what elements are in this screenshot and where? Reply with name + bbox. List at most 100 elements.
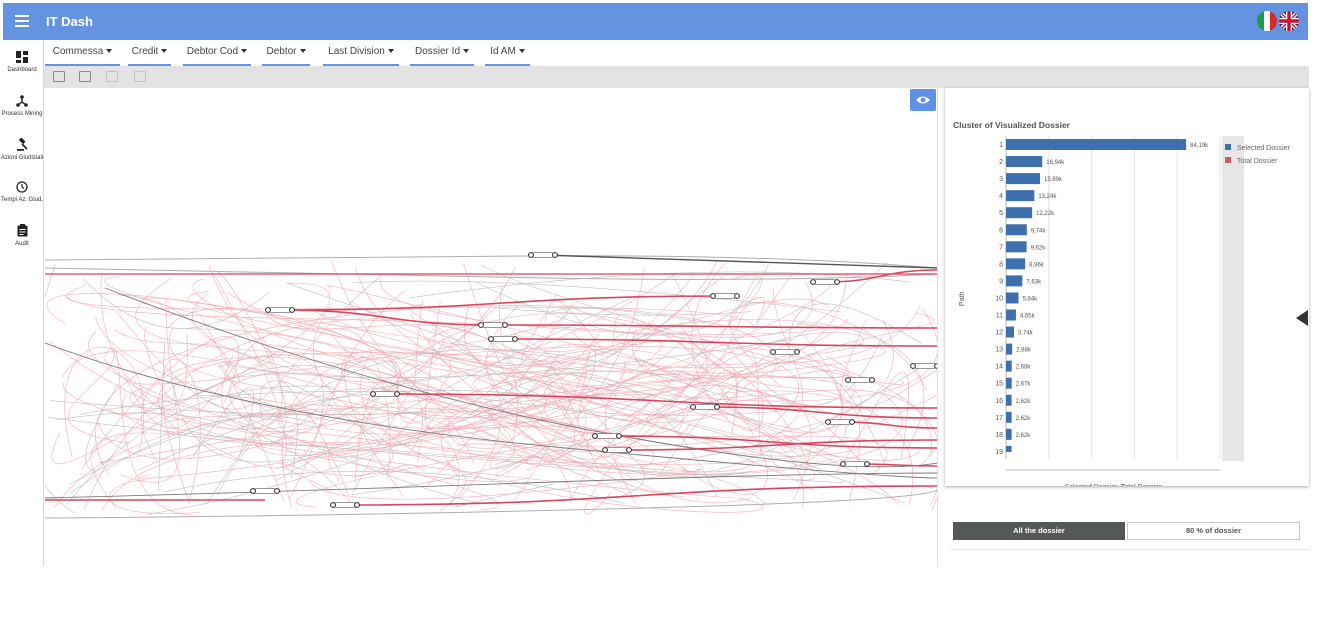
legend-swatch bbox=[1225, 144, 1231, 150]
export-icon[interactable] bbox=[106, 71, 118, 82]
bar[interactable] bbox=[1006, 275, 1023, 287]
bar[interactable] bbox=[1006, 241, 1027, 253]
all-dossier-button[interactable]: All the dossier bbox=[953, 522, 1125, 540]
x-axis-label: Selected Dossier, Total Dossier bbox=[1065, 484, 1162, 486]
map-node-port bbox=[934, 363, 937, 369]
legend-entry[interactable]: Selected Dossier bbox=[1237, 145, 1291, 152]
map-node[interactable] bbox=[254, 488, 276, 494]
bar[interactable] bbox=[1006, 326, 1015, 338]
filter-debtor[interactable]: Debtor bbox=[262, 40, 310, 66]
sidebar-item-label: Azioni Giudiziali bbox=[0, 155, 44, 161]
filter-bar: Commessa Credit Debtor Cod Debtor Last D… bbox=[44, 40, 1309, 66]
map-node[interactable] bbox=[492, 336, 514, 342]
sidebar-item-process-mining[interactable]: Process Mining bbox=[0, 95, 44, 117]
map-node-port bbox=[849, 419, 855, 425]
map-node-port bbox=[552, 252, 558, 258]
chart-scrollbar[interactable] bbox=[1222, 136, 1244, 461]
map-node[interactable] bbox=[849, 377, 871, 383]
map-node[interactable] bbox=[482, 322, 504, 328]
map-node[interactable] bbox=[606, 447, 628, 453]
bar[interactable] bbox=[1006, 377, 1012, 389]
caret-down-icon bbox=[387, 49, 394, 54]
map-node[interactable] bbox=[269, 307, 291, 313]
sidebar-item-audit[interactable]: Audit bbox=[0, 224, 44, 247]
sidebar-item-dashboard[interactable]: Dashboard bbox=[0, 51, 44, 73]
map-node-port bbox=[845, 377, 851, 383]
map-node-port bbox=[834, 279, 840, 285]
fit-to-screen-icon[interactable] bbox=[79, 71, 91, 82]
map-node-port bbox=[330, 502, 336, 508]
gavel-icon bbox=[16, 138, 28, 151]
filter-dossier-id[interactable]: Dossier Id bbox=[410, 40, 474, 66]
filter-commessa[interactable]: Commessa bbox=[45, 40, 120, 66]
filter-last-division[interactable]: Last Division bbox=[323, 40, 399, 66]
process-map-graph[interactable] bbox=[45, 88, 938, 566]
map-node[interactable] bbox=[914, 363, 936, 369]
filter-credit[interactable]: Credit bbox=[128, 40, 171, 66]
map-node[interactable] bbox=[532, 252, 554, 258]
cluster-bar-chart[interactable]: 1 84,19k 2 16,94k 3 15,89k 4 13,24k 5 12,22k 6 9,74… bbox=[945, 88, 1309, 486]
tick-label: 5 bbox=[999, 210, 1003, 217]
data-label: 5,84k bbox=[1022, 296, 1038, 302]
data-label: 13,24k bbox=[1038, 194, 1057, 200]
map-node-port bbox=[770, 349, 776, 355]
data-label: 8,96k bbox=[1029, 262, 1045, 268]
filter-label: Id AM bbox=[490, 46, 516, 57]
clipboard-icon bbox=[17, 224, 27, 237]
bar[interactable] bbox=[1006, 258, 1026, 270]
map-node-port bbox=[478, 322, 484, 328]
collapse-panel-icon[interactable] bbox=[1296, 310, 1308, 326]
menu-icon[interactable] bbox=[15, 15, 29, 27]
bar[interactable] bbox=[1006, 173, 1041, 185]
data-label: 2,68k bbox=[1016, 365, 1032, 371]
bar[interactable] bbox=[1006, 207, 1033, 219]
bar[interactable] bbox=[1006, 190, 1035, 202]
map-node-port bbox=[528, 252, 534, 258]
map-node[interactable] bbox=[694, 404, 716, 410]
italian-flag-icon[interactable] bbox=[1257, 11, 1277, 31]
map-node[interactable] bbox=[596, 433, 618, 439]
tick-label: 16 bbox=[995, 398, 1003, 405]
bar[interactable] bbox=[1006, 411, 1012, 423]
map-node[interactable] bbox=[774, 349, 796, 355]
map-node[interactable] bbox=[374, 391, 396, 397]
legend-entry[interactable]: Total Dossier bbox=[1237, 158, 1278, 165]
tick-label: 13 bbox=[995, 347, 1003, 354]
map-node[interactable] bbox=[814, 279, 836, 285]
process-map[interactable] bbox=[45, 88, 938, 566]
map-edge bbox=[486, 404, 887, 467]
sidebar-item-azioni-giudiziali[interactable]: Azioni Giudiziali bbox=[0, 138, 44, 161]
bar[interactable] bbox=[1006, 224, 1027, 236]
filter-label: Dossier Id bbox=[414, 46, 460, 57]
bar[interactable] bbox=[1006, 360, 1012, 372]
bar[interactable] bbox=[1006, 156, 1043, 168]
map-edge bbox=[138, 317, 849, 479]
settings-icon[interactable] bbox=[134, 71, 146, 82]
zoom-select-icon[interactable] bbox=[53, 71, 65, 82]
filter-label: Debtor bbox=[266, 46, 297, 57]
bar[interactable] bbox=[1006, 445, 1012, 452]
eighty-percent-dossier-button[interactable]: 80 % of dossier bbox=[1127, 522, 1300, 540]
data-label: 2,62k bbox=[1016, 416, 1032, 422]
filter-label: Credit bbox=[131, 46, 159, 57]
map-node[interactable] bbox=[714, 293, 736, 299]
bar[interactable] bbox=[1006, 292, 1019, 304]
bar[interactable] bbox=[1006, 139, 1187, 150]
legend-swatch bbox=[1225, 157, 1231, 163]
sidebar-item-tempi[interactable]: Tempi Az. Giud. bbox=[0, 181, 44, 203]
bar[interactable] bbox=[1006, 309, 1016, 321]
bar[interactable] bbox=[1006, 343, 1013, 355]
filter-debtor-cod[interactable]: Debtor Cod bbox=[183, 40, 251, 66]
bar[interactable] bbox=[1006, 428, 1012, 440]
filter-id-am[interactable]: Id AM bbox=[485, 40, 530, 66]
visibility-toggle-button[interactable] bbox=[910, 89, 936, 111]
uk-flag-icon[interactable] bbox=[1279, 11, 1299, 31]
eye-icon bbox=[916, 96, 930, 104]
map-node-port bbox=[616, 433, 622, 439]
map-edge bbox=[45, 255, 937, 269]
bar[interactable] bbox=[1006, 394, 1012, 406]
map-node[interactable] bbox=[844, 461, 866, 467]
tick-label: 3 bbox=[999, 176, 1003, 183]
map-node[interactable] bbox=[334, 502, 356, 508]
map-node[interactable] bbox=[829, 419, 851, 425]
